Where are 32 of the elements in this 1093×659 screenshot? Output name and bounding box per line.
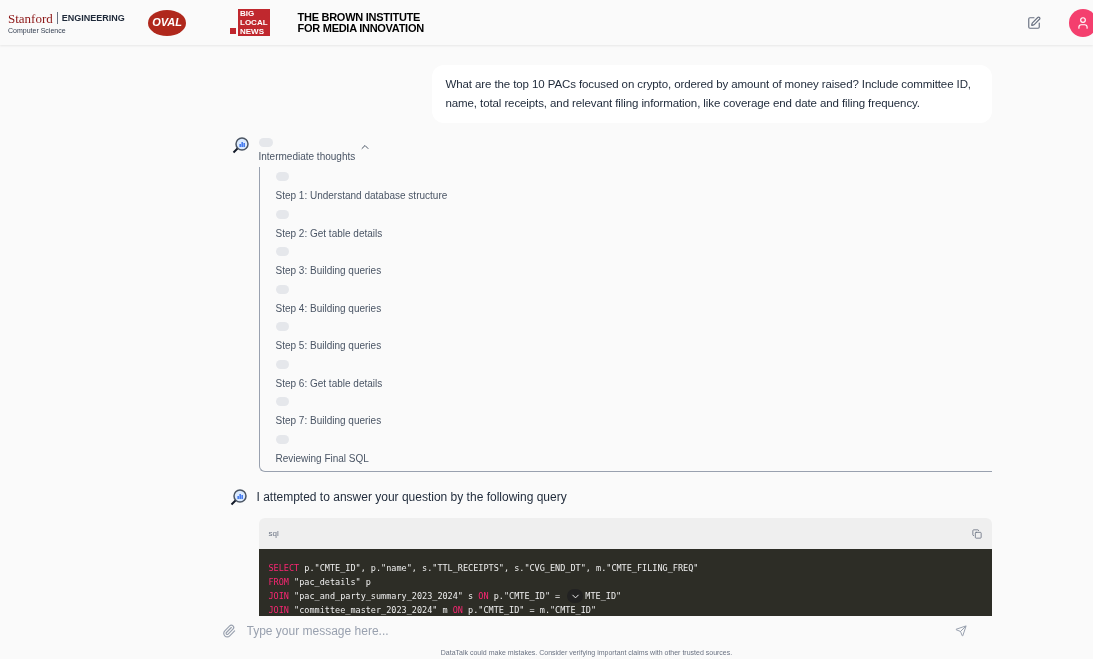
edit-icon — [1027, 15, 1041, 30]
logo-text: ENGINEERING — [61, 13, 125, 23]
oval-logo: OVAL — [148, 9, 186, 36]
logo-text: Stanford — [8, 11, 53, 25]
message-input[interactable]: Type your message here... — [246, 622, 955, 640]
step-label: Step 5: Building queries — [275, 339, 383, 353]
code-line: JOIN "pac_and_party_summary_2023_2024" s ON p."CMTE_ID" = MTE_ID" — [268, 589, 623, 603]
step-label: Step 2: Get table details — [275, 226, 384, 241]
big-local-news-logo: BIG LOCAL NEWS — [230, 9, 270, 36]
step-label: Step 4: Building queries — [275, 301, 383, 316]
code-line: JOIN "committee_master_2023_2024" m ON p."CMTE_ID" = m."CMTE_ID" — [268, 604, 598, 616]
user-icon — [1076, 15, 1090, 30]
scroll-down-button[interactable] — [567, 589, 584, 603]
magnifier-chart-icon — [229, 488, 248, 506]
answer-text: I attempted to answer your question by the following query — [256, 489, 567, 506]
step-label: Step 7: Building queries — [275, 414, 383, 428]
step-label: Step 1: Understand database structure — [275, 189, 449, 203]
step-label: Reviewing Final SQL — [275, 451, 370, 466]
code-line: FROM "pac_details" p — [268, 576, 372, 589]
user-avatar[interactable] — [1069, 8, 1093, 37]
copy-button[interactable] — [971, 528, 982, 539]
magnifier-chart-icon — [231, 136, 250, 154]
code-language: sql — [268, 527, 279, 540]
code-line: SELECT p."CMTE_ID", p."name", s."TTL_RECEIPTS", s."CVG_END_DT", m."CMTE_FILING_FREQ" — [268, 562, 700, 575]
copy-icon — [971, 528, 982, 539]
step-label: Step 6: Get table details — [275, 376, 384, 391]
step-label: Step 3: Building queries — [275, 264, 383, 278]
send-icon[interactable] — [954, 625, 967, 637]
attach-icon[interactable] — [221, 624, 236, 638]
thoughts-toggle[interactable]: Intermediate thoughts — [258, 149, 372, 164]
media-institute-logo: THE BROWN INSTITUTE FOR MEDIA INNOVATION — [297, 11, 424, 34]
user-message: What are the top 10 PACs focused on crypto, ordered by amount of money raised? Include committee ID, name, total receipts, and relevant filing information, like coverage end date and filing frequency. — [431, 65, 992, 123]
